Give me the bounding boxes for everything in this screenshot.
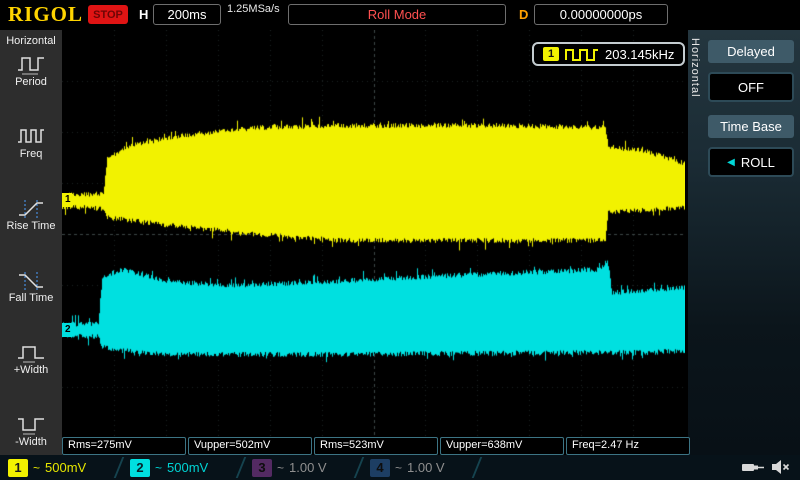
frequency-readout: 203.145kHz: [605, 46, 675, 62]
square-wave-icon: [565, 48, 598, 61]
acquisition-mode-readout: Roll Mode: [288, 4, 506, 25]
channel-3-status[interactable]: 3 ~ 1.00 V: [252, 455, 327, 480]
minus-width-icon: [18, 418, 44, 435]
speaker-mute-icon[interactable]: [770, 457, 792, 477]
channel-4-status[interactable]: 4 ~ 1.00 V: [370, 455, 445, 480]
sidebar-item-label: Freq: [19, 148, 43, 160]
timebase-value-label: ROLL: [740, 154, 775, 170]
channel-status-bar: 1 ~ 500mV 2 ~ 500mV 3 ~ 1.00 V 4 ~ 1.00 …: [0, 455, 800, 480]
freq-icon: [18, 129, 44, 143]
channel-2-scale: 500mV: [167, 460, 209, 475]
sidebar-item-freq[interactable]: Freq: [0, 126, 62, 191]
channel-1-scale: 500mV: [45, 460, 87, 475]
channel-1-coupling-icon: ~: [33, 460, 41, 475]
delayed-value-label: OFF: [738, 79, 764, 95]
run-state-badge[interactable]: STOP: [88, 5, 128, 24]
channel-4-scale: 1.00 V: [407, 460, 445, 475]
measurement-results-row: Rms=275mV Vupper=502mV Rms=523mV Vupper=…: [62, 437, 690, 455]
measurement-freq: Freq=2.47 Hz: [566, 437, 690, 455]
sample-rate-readout: 1.25MSa/s: [227, 3, 280, 15]
segment-divider: [235, 457, 247, 478]
top-status-bar: RIGOL STOP H 200ms 1.25MSa/s Roll Mode D…: [0, 0, 800, 30]
channel-2-status[interactable]: 2 ~ 500mV: [130, 455, 208, 480]
sidebar-item-rise-time[interactable]: Rise Time: [0, 198, 62, 263]
selected-arrow-icon: ◀: [727, 156, 735, 168]
sidebar-item-period[interactable]: Period: [0, 54, 62, 119]
right-panel-title: Horizontal: [689, 38, 701, 98]
channel-4-number-badge: 4: [370, 458, 390, 477]
fall-time-icon: [19, 272, 43, 290]
trigger-frequency-badge: 1 203.145kHz: [532, 42, 686, 66]
sidebar-item-plus-width[interactable]: +Width: [0, 342, 62, 407]
channel-1-status[interactable]: 1 ~ 500mV: [8, 455, 86, 480]
channel-4-coupling-icon: ~: [395, 460, 403, 475]
sidebar-item-label: Period: [15, 76, 47, 88]
horizontal-label: H: [139, 7, 149, 22]
timebase-menu-header[interactable]: Time Base: [708, 115, 794, 138]
segment-divider: [353, 457, 365, 478]
delayed-menu-header[interactable]: Delayed: [708, 40, 794, 63]
period-icon: [18, 57, 44, 75]
left-sidebar-title: Horizontal: [6, 35, 56, 47]
timebase-readout[interactable]: 200ms: [153, 4, 221, 25]
plus-width-icon: [18, 346, 44, 363]
measurement-vupper-ch1: Vupper=502mV: [188, 437, 312, 455]
rigol-logo: RIGOL: [8, 2, 84, 26]
measurement-rms-ch2: Rms=523mV: [314, 437, 438, 455]
waveform-display: 1 203.145kHz 1 2: [62, 30, 686, 438]
channel-3-number-badge: 3: [252, 458, 272, 477]
waveform-canvas: [62, 30, 685, 438]
sidebar-item-label: Fall Time: [8, 292, 54, 304]
channel-1-badge: 1: [543, 47, 559, 61]
delay-readout[interactable]: 0.00000000ps: [534, 4, 668, 25]
timebase-value-button[interactable]: ◀ ROLL: [708, 147, 794, 177]
segment-divider: [471, 457, 483, 478]
sidebar-item-label: +Width: [13, 364, 49, 376]
right-menu-panel: Horizontal Delayed OFF Time Base ◀ ROLL: [688, 30, 800, 455]
channel-1-number-badge: 1: [8, 458, 28, 477]
sidebar-item-fall-time[interactable]: Fall Time: [0, 270, 62, 335]
usb-icon: [742, 464, 764, 471]
sidebar-item-label: -Width: [15, 436, 47, 448]
measurement-vupper-ch2: Vupper=638mV: [440, 437, 564, 455]
channel-3-scale: 1.00 V: [289, 460, 327, 475]
sidebar-item-label: Rise Time: [6, 220, 56, 232]
channel-2-coupling-icon: ~: [155, 460, 163, 475]
channel-3-coupling-icon: ~: [277, 460, 285, 475]
measurement-rms-ch1: Rms=275mV: [62, 437, 186, 455]
delay-label: D: [519, 7, 529, 22]
delayed-value-button[interactable]: OFF: [708, 72, 794, 102]
left-measure-sidebar: Horizontal Period Freq Rise Time Fall Ti…: [0, 30, 62, 455]
channel-2-number-badge: 2: [130, 458, 150, 477]
rise-time-icon: [19, 200, 43, 218]
segment-divider: [113, 457, 125, 478]
